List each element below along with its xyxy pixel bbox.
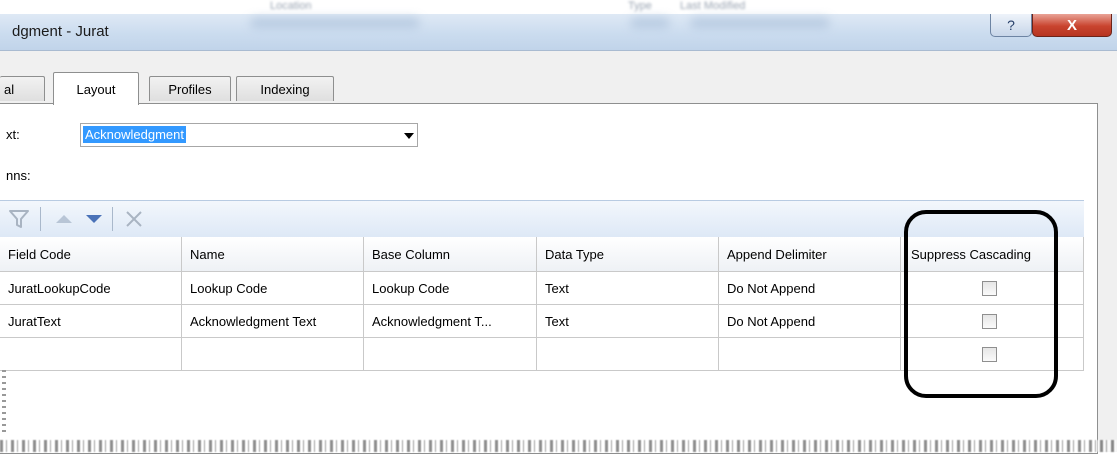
highlight-annotation xyxy=(904,210,1058,398)
blurred-text xyxy=(690,18,830,28)
tab-label: Profiles xyxy=(168,81,212,97)
header-label: Field Code xyxy=(8,246,71,262)
cell-append-delimiter[interactable]: Do Not Append xyxy=(719,272,901,304)
text-dropdown[interactable]: Acknowledgment xyxy=(80,123,418,147)
background-window-header: Location Type Last Modified xyxy=(0,0,1117,15)
blurred-text xyxy=(630,18,670,28)
blurred-text xyxy=(250,18,420,28)
tab-general[interactable]: al xyxy=(0,76,45,101)
tab-label: Indexing xyxy=(260,81,310,97)
column-header-field-code[interactable]: Field Code xyxy=(0,237,182,271)
column-header-base-column[interactable]: Base Column xyxy=(364,237,537,271)
left-edge-artifact xyxy=(2,370,6,436)
cell-append-delimiter[interactable]: Do Not Append xyxy=(719,305,901,337)
cell-data-type[interactable] xyxy=(537,338,719,370)
dialog-title: dgment - Jurat xyxy=(12,23,109,40)
filter-icon[interactable] xyxy=(6,207,32,234)
cell-base-column[interactable]: Acknowledgment T... xyxy=(364,305,537,337)
text-field-label: xt: xyxy=(6,127,20,142)
cell-name[interactable]: Acknowledgment Text xyxy=(182,305,364,337)
tab-label: al xyxy=(4,81,15,97)
help-button[interactable]: ? xyxy=(990,14,1032,37)
toolbar-separator xyxy=(112,207,113,231)
toolbar-separator xyxy=(40,207,41,231)
column-header-name[interactable]: Name xyxy=(182,237,364,271)
tab-label: Layout xyxy=(76,81,116,97)
cell-base-column[interactable] xyxy=(364,338,537,370)
cell-name[interactable]: Lookup Code xyxy=(182,272,364,304)
header-label: Data Type xyxy=(545,246,605,262)
cell-field-code[interactable] xyxy=(0,338,182,370)
header-label: Append Delimiter xyxy=(727,246,827,262)
cell-base-column[interactable]: Lookup Code xyxy=(364,272,537,304)
cell-field-code[interactable]: JuratLookupCode xyxy=(0,272,182,304)
tab-layout[interactable]: Layout xyxy=(53,72,139,105)
header-label: Name xyxy=(190,246,225,262)
close-button[interactable]: X xyxy=(1032,14,1112,37)
text-dropdown-value: Acknowledgment xyxy=(83,126,186,143)
columns-label: nns: xyxy=(6,168,31,183)
cell-field-code[interactable]: JuratText xyxy=(0,305,182,337)
cell-data-type[interactable]: Text xyxy=(537,305,719,337)
close-icon: X xyxy=(1066,16,1077,34)
cell-data-type[interactable]: Text xyxy=(537,272,719,304)
move-up-icon[interactable] xyxy=(52,207,76,234)
move-down-icon[interactable] xyxy=(82,207,106,234)
bg-column-type: Type xyxy=(628,0,652,12)
column-header-append-delimiter[interactable]: Append Delimiter xyxy=(719,237,901,271)
help-icon: ? xyxy=(1007,17,1015,33)
dialog-title-bar[interactable]: dgment - Jurat ? X xyxy=(0,14,1117,51)
chevron-down-icon[interactable] xyxy=(404,133,414,139)
bottom-edge-artifact xyxy=(0,440,1117,452)
column-header-data-type[interactable]: Data Type xyxy=(537,237,719,271)
header-label: Base Column xyxy=(372,246,451,262)
cell-append-delimiter[interactable] xyxy=(719,338,901,370)
bg-column-location: Location xyxy=(270,0,312,12)
tab-profiles[interactable]: Profiles xyxy=(149,76,231,101)
delete-icon[interactable] xyxy=(122,207,146,234)
tab-indexing[interactable]: Indexing xyxy=(236,76,334,101)
cell-name[interactable] xyxy=(182,338,364,370)
bg-column-last-modified: Last Modified xyxy=(680,0,746,12)
